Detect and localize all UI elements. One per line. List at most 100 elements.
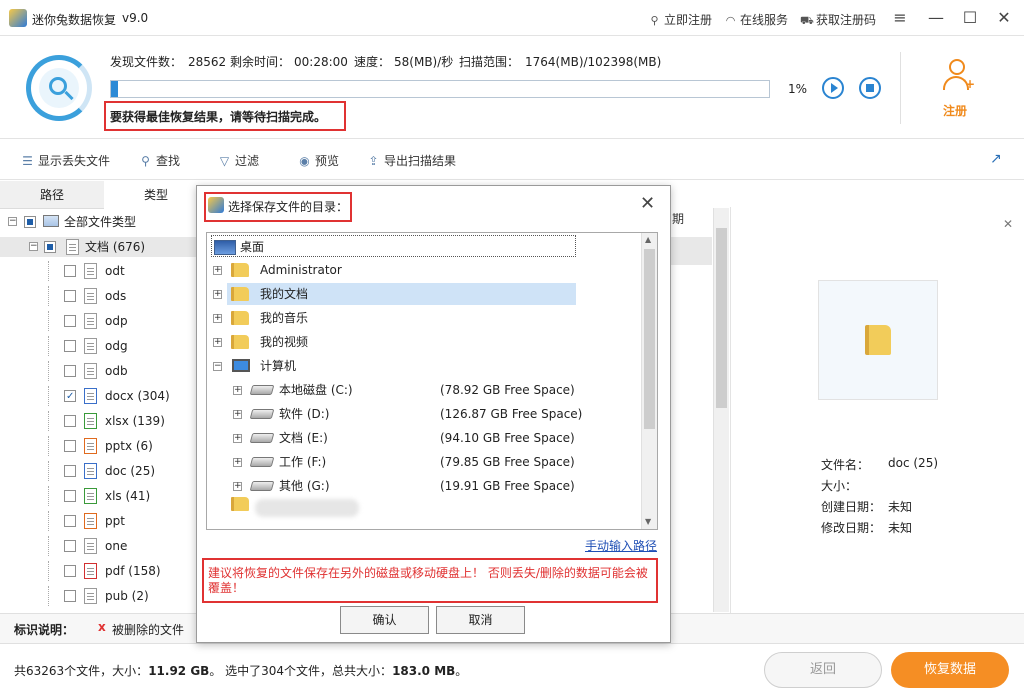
- tree-item-row[interactable]: odt: [0, 261, 198, 281]
- dialog-close-icon[interactable]: ✕: [640, 193, 655, 214]
- recover-data-button[interactable]: 恢复数据: [891, 652, 1009, 688]
- dir-my-music-row[interactable]: + 我的音乐: [207, 307, 637, 329]
- confirm-button[interactable]: 确认: [340, 606, 429, 634]
- file-size-label: 大小：: [821, 479, 858, 493]
- tree-item-row[interactable]: odg: [0, 336, 198, 356]
- dir-desktop-row[interactable]: 桌面: [211, 235, 576, 257]
- dir-administrator-row[interactable]: + Administrator: [207, 259, 637, 281]
- video-folder-icon: [231, 335, 249, 349]
- file-type-checkbox[interactable]: [64, 365, 76, 377]
- tree-item-row[interactable]: pptx (6): [0, 436, 198, 456]
- show-lost-files-button[interactable]: ☰ 显示丢失文件: [20, 152, 110, 169]
- tree-item-row[interactable]: pdf (158): [0, 561, 198, 581]
- scroll-down-icon[interactable]: ▼: [645, 517, 651, 526]
- file-type-checkbox[interactable]: [64, 590, 76, 602]
- file-type-checkbox[interactable]: [64, 415, 76, 427]
- expand-icon[interactable]: +: [213, 266, 222, 275]
- file-type-checkbox[interactable]: [64, 465, 76, 477]
- dir-my-videos-row[interactable]: + 我的视频: [207, 331, 637, 353]
- share-icon[interactable]: ↗: [990, 151, 1002, 167]
- filter-button[interactable]: ▽ 过滤: [217, 152, 259, 169]
- scan-progress-ring-icon: [26, 55, 92, 121]
- search-icon: ⚲: [141, 154, 150, 168]
- expand-icon[interactable]: +: [213, 338, 222, 347]
- expand-icon[interactable]: +: [233, 458, 242, 467]
- file-type-checkbox[interactable]: [64, 315, 76, 327]
- preview-panel: ✕ 文件名： doc (25) 大小： 创建日期： 未知 修改日期： 未知: [730, 207, 1024, 613]
- maximize-icon[interactable]: ☐: [958, 7, 982, 29]
- expand-icon[interactable]: +: [233, 386, 242, 395]
- folder-icon: [865, 325, 891, 355]
- collapse-icon[interactable]: −: [213, 362, 222, 371]
- register-now-link[interactable]: ⚲ 立即注册: [648, 11, 712, 28]
- scroll-up-icon[interactable]: ▲: [645, 235, 651, 244]
- file-type-checkbox[interactable]: [64, 265, 76, 277]
- tree-item-row[interactable]: ods: [0, 286, 198, 306]
- document-icon: [66, 239, 79, 255]
- get-code-link[interactable]: ⛟ 获取注册码: [800, 11, 876, 29]
- register-button[interactable]: 注册: [943, 102, 967, 119]
- drive-row[interactable]: + 其他 (G:) (19.91 GB Free Space): [207, 475, 637, 497]
- preview-thumbnail: [818, 280, 938, 400]
- file-type-label: xls (41): [105, 489, 151, 503]
- file-type-checkbox[interactable]: [64, 290, 76, 302]
- tree-item-row[interactable]: pub (2): [0, 586, 198, 606]
- close-preview-icon[interactable]: ✕: [1003, 217, 1013, 231]
- expand-icon[interactable]: +: [213, 290, 222, 299]
- expand-icon[interactable]: +: [233, 434, 242, 443]
- tree-item-row[interactable]: odb: [0, 361, 198, 381]
- manual-path-link[interactable]: 手动输入路径: [585, 537, 657, 554]
- docs-checkbox[interactable]: [44, 241, 56, 253]
- drive-row[interactable]: + 本地磁盘 (C:) (78.92 GB Free Space): [207, 379, 637, 401]
- drive-row[interactable]: + 文档 (E:) (94.10 GB Free Space): [207, 427, 637, 449]
- tab-type[interactable]: 类型: [104, 181, 208, 209]
- collapse-icon[interactable]: −: [8, 217, 17, 226]
- preview-button[interactable]: ◉ 预览: [297, 152, 339, 169]
- collapse-icon[interactable]: −: [29, 242, 38, 251]
- find-button[interactable]: ⚲ 查找: [138, 152, 180, 169]
- tree-item-row[interactable]: xls (41): [0, 486, 198, 506]
- drive-row[interactable]: + 软件 (D:) (126.87 GB Free Space): [207, 403, 637, 425]
- dir-my-documents-row[interactable]: 我的文档: [227, 283, 576, 305]
- expand-icon[interactable]: +: [233, 410, 242, 419]
- file-type-icon: [84, 288, 97, 304]
- export-scan-button[interactable]: ⇪ 导出扫描结果: [366, 152, 456, 169]
- register-user-icon[interactable]: +: [941, 59, 975, 99]
- tab-path[interactable]: 路径: [0, 181, 104, 209]
- cancel-button[interactable]: 取消: [436, 606, 525, 634]
- drive-free-space: (126.87 GB Free Space): [440, 407, 583, 421]
- file-type-checkbox[interactable]: [64, 540, 76, 552]
- stop-scan-button[interactable]: [859, 77, 881, 99]
- menu-icon[interactable]: ≡: [888, 7, 912, 29]
- resume-scan-button[interactable]: [822, 77, 844, 99]
- tree-root-row[interactable]: − 全部文件类型: [0, 212, 198, 232]
- tree-item-row[interactable]: docx (304): [0, 386, 198, 407]
- back-button[interactable]: 返回: [764, 652, 882, 688]
- tree-item-row[interactable]: one: [0, 536, 198, 556]
- online-service-link[interactable]: ◠ 在线服务: [724, 11, 788, 28]
- file-type-checkbox[interactable]: [64, 387, 76, 407]
- minimize-icon[interactable]: —: [924, 7, 948, 29]
- dir-computer-row[interactable]: − 计算机: [207, 355, 637, 377]
- file-type-label: xlsx (139): [105, 414, 165, 428]
- file-type-checkbox[interactable]: [64, 515, 76, 527]
- drive-row[interactable]: + 工作 (F:) (79.85 GB Free Space): [207, 451, 637, 473]
- tree-item-row[interactable]: ppt: [0, 511, 198, 531]
- root-checkbox[interactable]: [24, 216, 36, 228]
- file-type-checkbox[interactable]: [64, 490, 76, 502]
- headset-icon: ◠: [725, 14, 736, 27]
- tree-docs-row[interactable]: − 文档 (676): [0, 237, 198, 257]
- close-icon[interactable]: ✕: [992, 7, 1016, 29]
- file-type-checkbox[interactable]: [64, 340, 76, 352]
- list-icon: ☰: [22, 154, 33, 168]
- directory-scrollbar[interactable]: ▲ ▼: [641, 233, 657, 529]
- file-type-icon: [84, 263, 97, 279]
- expand-icon[interactable]: +: [233, 482, 242, 491]
- file-list-scrollbar[interactable]: [713, 208, 729, 612]
- file-type-checkbox[interactable]: [64, 565, 76, 577]
- tree-item-row[interactable]: odp: [0, 311, 198, 331]
- tree-item-row[interactable]: doc (25): [0, 461, 198, 481]
- tree-item-row[interactable]: xlsx (139): [0, 411, 198, 431]
- file-type-checkbox[interactable]: [64, 440, 76, 452]
- expand-icon[interactable]: +: [213, 314, 222, 323]
